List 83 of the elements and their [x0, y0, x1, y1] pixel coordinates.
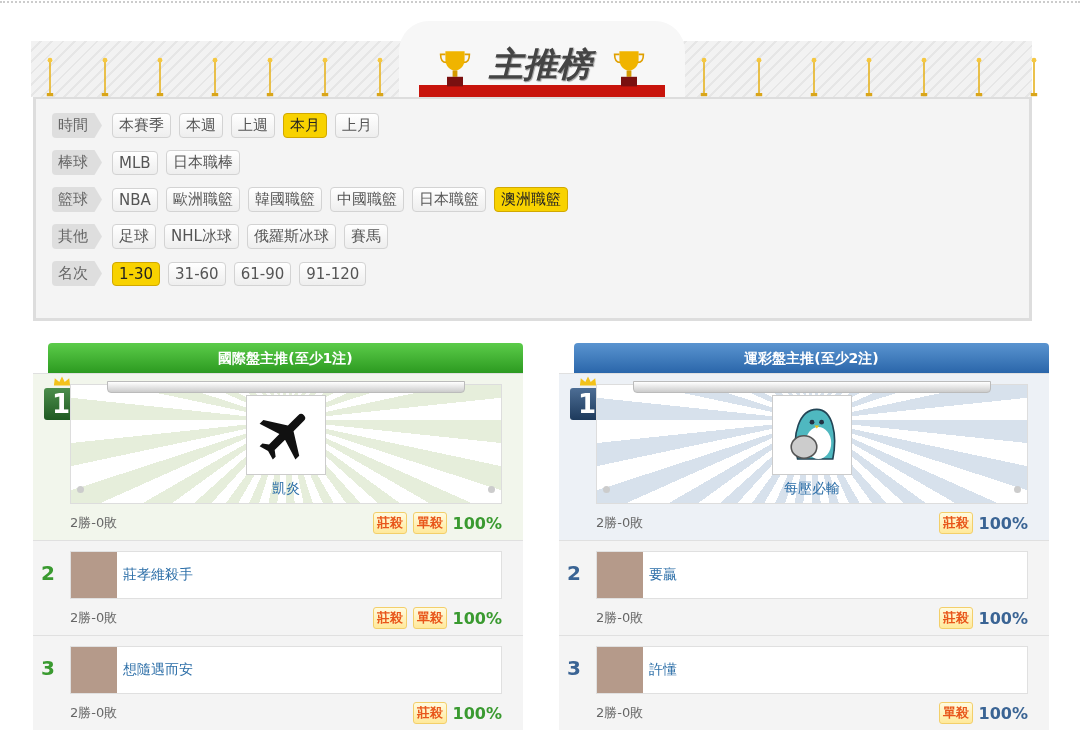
photo-placeholder	[597, 647, 643, 693]
tag-badge: 單殺	[938, 702, 973, 724]
stanchion-icon	[1029, 57, 1039, 97]
win-rate: 100%	[978, 608, 1028, 628]
rank-number: 2	[567, 561, 581, 585]
filter-option[interactable]: 31-60	[168, 261, 226, 286]
filter-option[interactable]: 本週	[179, 113, 223, 138]
stanchion-icon	[754, 57, 764, 97]
filter-option[interactable]: 上週	[231, 113, 275, 138]
stanchion-icon	[864, 57, 874, 97]
filter-option[interactable]: NHL冰球	[164, 224, 239, 249]
filter-option[interactable]: 91-120	[299, 261, 367, 286]
board-header: 運彩盤主推(至少2注)	[574, 343, 1049, 373]
photo-placeholder	[597, 552, 643, 598]
tag-badge: 莊殺	[938, 512, 973, 534]
win-loss-record: 2勝-0敗	[596, 514, 645, 532]
stanchion-icon	[320, 57, 330, 97]
filter-option[interactable]: 61-90	[233, 261, 292, 286]
win-loss-record: 2勝-0敗	[70, 704, 119, 722]
user-name-link[interactable]: 許懂	[649, 661, 677, 679]
screw-dot	[1014, 486, 1021, 493]
win-rate: 100%	[452, 703, 502, 723]
stanchion-icon	[974, 57, 984, 97]
filter-option[interactable]: 足球	[112, 224, 156, 249]
stanchion-icon	[809, 57, 819, 97]
user-name-link[interactable]: 要贏	[649, 566, 677, 584]
win-rate: 100%	[978, 703, 1028, 723]
filter-label: 其他	[52, 224, 102, 249]
photo-placeholder	[71, 552, 117, 598]
crown-icon	[53, 375, 71, 387]
win-rate: 100%	[452, 513, 502, 533]
stanchion-icon	[375, 57, 385, 97]
user-name-link[interactable]: 莊孝維殺手	[123, 566, 193, 584]
stanchion-icon	[100, 57, 110, 97]
filter-option[interactable]: 本賽季	[112, 113, 171, 138]
win-loss-record: 2勝-0敗	[70, 609, 119, 627]
tag-badge: 莊殺	[372, 512, 407, 534]
stanchion-icon	[919, 57, 929, 97]
win-loss-record: 2勝-0敗	[596, 609, 645, 627]
user-name-link[interactable]: 凱炎	[272, 480, 300, 498]
filter-option[interactable]: 賽馬	[343, 224, 388, 249]
filter-option[interactable]: 1-30	[112, 261, 161, 286]
filter-label: 棒球	[52, 150, 102, 175]
stanchion-icon	[155, 57, 165, 97]
filter-label: 名次	[52, 261, 102, 286]
board-header: 國際盤主推(至少1注)	[48, 343, 523, 373]
filter-option[interactable]: 中國職籃	[329, 187, 404, 212]
filter-option[interactable]: 澳洲職籃	[493, 187, 568, 212]
screw-dot	[77, 486, 84, 493]
stanchion-icon	[699, 57, 709, 97]
win-rate: 100%	[452, 608, 502, 628]
filter-option[interactable]: 日本職籃	[411, 187, 486, 212]
filter-option[interactable]: 韓國職籃	[247, 187, 322, 212]
filter-option[interactable]: 日本職棒	[165, 150, 240, 175]
screw-dot	[488, 486, 495, 493]
stanchion-icon	[45, 57, 55, 97]
filter-option[interactable]: NBA	[112, 187, 158, 212]
filter-label: 時間	[52, 113, 102, 138]
user-name-link[interactable]: 每壓必輸	[784, 480, 840, 498]
filter-option[interactable]: 上月	[335, 113, 379, 138]
win-loss-record: 2勝-0敗	[596, 704, 645, 722]
tag-badge: 莊殺	[938, 607, 973, 629]
filter-option[interactable]: MLB	[112, 150, 158, 175]
tag-badge: 莊殺	[412, 702, 447, 724]
filter-option[interactable]: 俄羅斯冰球	[246, 224, 336, 249]
filter-label: 籃球	[52, 187, 102, 212]
crown-icon	[579, 375, 597, 387]
rank-number: 2	[41, 561, 55, 585]
tag-badge: 單殺	[412, 512, 447, 534]
screw-dot	[603, 486, 610, 493]
tag-badge: 莊殺	[372, 607, 407, 629]
filter-option[interactable]: 本月	[283, 113, 327, 138]
rank-number: 3	[567, 656, 581, 680]
photo-placeholder	[71, 647, 117, 693]
win-rate: 100%	[978, 513, 1028, 533]
page-title: 主推榜	[485, 41, 599, 89]
filter-option[interactable]: 歐洲職籃	[165, 187, 240, 212]
user-name-link[interactable]: 想隨遇而安	[123, 661, 193, 679]
win-loss-record: 2勝-0敗	[70, 514, 119, 532]
stanchion-icon	[210, 57, 220, 97]
stanchion-icon	[265, 57, 275, 97]
tag-badge: 單殺	[412, 607, 447, 629]
rank-number: 3	[41, 656, 55, 680]
